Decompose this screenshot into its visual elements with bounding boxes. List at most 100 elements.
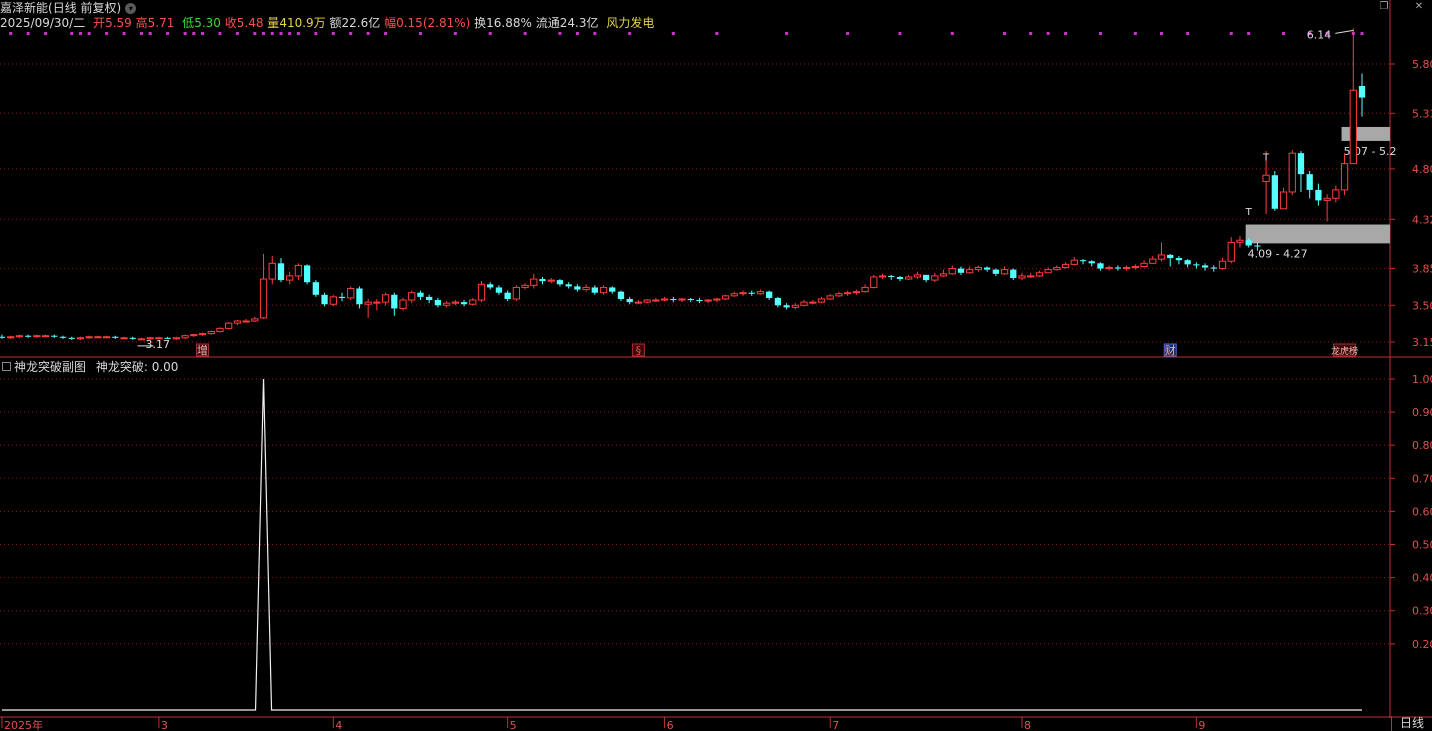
candle-body (338, 296, 346, 298)
candle-body (1079, 260, 1087, 262)
price-zone (1245, 224, 1390, 244)
candle-body (381, 294, 390, 303)
candle-body (574, 286, 581, 290)
candle-body (1254, 245, 1261, 247)
signal-dot (78, 32, 82, 35)
signal-dot (139, 32, 143, 35)
candle-body (1131, 265, 1139, 269)
signal-dot (950, 32, 954, 35)
signal-dot (166, 32, 170, 35)
signal-dot (270, 32, 274, 35)
signal-dot (523, 32, 527, 35)
signal-dot (296, 32, 300, 35)
signal-dot (87, 32, 91, 35)
candle-body (1279, 191, 1288, 210)
candle-body (992, 269, 999, 274)
signal-dot (122, 32, 126, 35)
candle-body (7, 336, 15, 339)
candle-body (861, 286, 869, 293)
candle-body (826, 295, 834, 300)
event-marker-label: § (636, 344, 642, 357)
candle-body (643, 299, 651, 303)
signal-dot (218, 32, 222, 35)
candle-body (364, 301, 372, 305)
signal-dot (1003, 32, 1007, 35)
candle-body (85, 336, 93, 339)
signal-dot (105, 32, 109, 35)
signal-dot (1229, 32, 1233, 35)
signal-dot (898, 32, 902, 35)
candle-body (408, 292, 416, 301)
candle-body (1097, 263, 1104, 269)
candle-body (1340, 163, 1349, 191)
candle-body (766, 291, 773, 298)
candle-body (1227, 241, 1235, 262)
candle-body (599, 286, 608, 294)
sub-y-tick-label: 0.20 (1412, 638, 1432, 651)
signal-dot (26, 32, 30, 35)
candle-body (251, 318, 259, 322)
y-tick-label: 5.33 (1412, 107, 1432, 120)
kline-chart[interactable]: 5.80 5.33 4.80 4.32 3.85 3.50 3.15 4.09 - 4.27 5… (0, 0, 1432, 731)
candle-body (634, 301, 643, 304)
candle-body (442, 302, 451, 306)
candle-body (399, 299, 407, 309)
y-tick-label: 3.15 (1412, 336, 1432, 349)
candle-body (704, 299, 712, 302)
x-tick-label: 9 (1198, 719, 1205, 731)
candle-body (1105, 267, 1113, 270)
candle-body (94, 336, 102, 339)
candle-body (1000, 269, 1009, 275)
candle-body (1167, 254, 1174, 259)
candle-body (922, 274, 930, 281)
signal-dot (192, 32, 196, 35)
indicator-settings-icon[interactable] (2, 362, 11, 371)
candle-body (1044, 269, 1052, 274)
indicator-value: 0.00 (151, 360, 179, 374)
signal-dot (418, 32, 422, 35)
candle-body (190, 334, 198, 337)
indicator-line (2, 378, 1362, 711)
signal-dot (1064, 32, 1068, 35)
sub-y-tick-label: 0.50 (1412, 539, 1432, 552)
signal-dot (44, 32, 48, 35)
x-tick-label: 8 (1024, 719, 1031, 731)
candle-body (957, 268, 965, 273)
candle-body (303, 265, 311, 283)
signal-dot (148, 32, 152, 35)
candle-body (181, 335, 189, 339)
candle-body (1193, 264, 1200, 266)
candle-body (1157, 254, 1166, 260)
signal-dot (183, 32, 187, 35)
signal-dot (1282, 32, 1286, 35)
candle-body (172, 337, 180, 340)
signal-dot (593, 32, 597, 35)
candle-body (434, 300, 442, 306)
event-marker-label: 财 (1165, 343, 1176, 357)
candle-body (112, 336, 119, 338)
candle-body (0, 336, 6, 338)
sub-y-tick-label: 0.40 (1412, 572, 1432, 585)
candle-body (556, 280, 564, 285)
candle-body (41, 335, 50, 338)
candle-body (1140, 262, 1148, 267)
signal-dot (1247, 32, 1251, 35)
signal-dot (453, 32, 457, 35)
candle-body (25, 335, 32, 337)
candle-body (294, 264, 303, 277)
x-tick-label: 6 (667, 719, 674, 731)
candle-body (835, 293, 843, 297)
tab-daily[interactable]: 日线 (1391, 716, 1432, 731)
signal-dot (1029, 32, 1033, 35)
candle-body (739, 292, 747, 295)
candle-body (1245, 240, 1252, 246)
candle-body (356, 288, 363, 305)
candle-body (329, 296, 337, 305)
x-tick-label: 7 (832, 719, 839, 731)
candle-body (983, 267, 991, 270)
candle-body (277, 263, 285, 281)
candle-body (660, 298, 669, 301)
candle-body (102, 336, 111, 339)
sub-y-tick-label: 0.80 (1412, 439, 1432, 452)
candle-body (974, 267, 983, 271)
